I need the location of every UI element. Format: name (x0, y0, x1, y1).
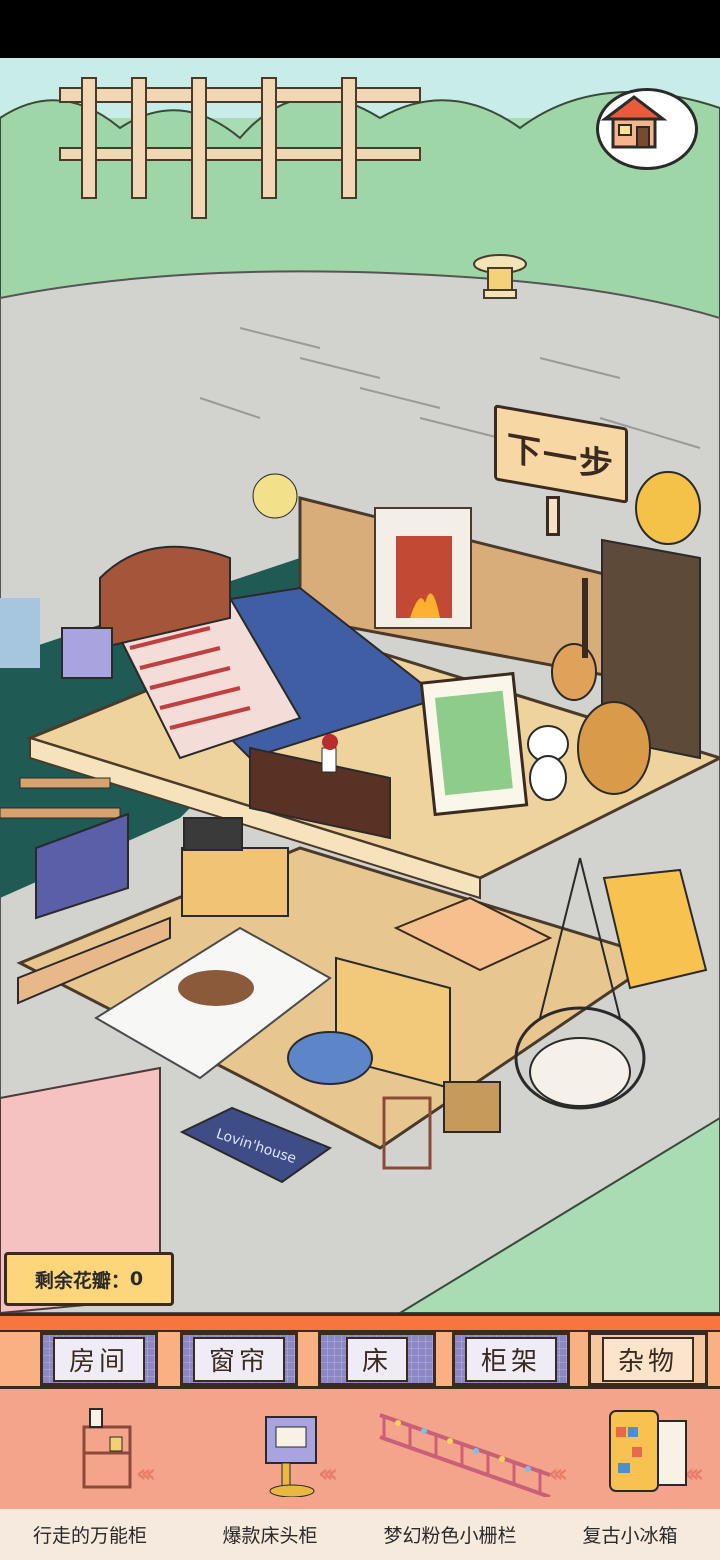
tab-shelves[interactable]: 柜架 (452, 1332, 570, 1386)
next-step-sign[interactable]: 下一步 (494, 404, 628, 536)
tab-room[interactable]: 房间 (40, 1332, 158, 1386)
pink-fence-icon (379, 1413, 551, 1497)
nightstand-icon (265, 1416, 317, 1497)
room-illustration: Lovin'house (0, 58, 720, 1313)
tab-bed-label: 床 (345, 1336, 408, 1382)
petals-counter: 剩余花瓣： 0 (4, 1252, 174, 1306)
game-scene[interactable]: Lovin'house 下一步 剩余花瓣： 0 (0, 58, 720, 1313)
tab-shelves-label: 柜架 (464, 1336, 557, 1382)
tab-misc-label: 杂物 (601, 1336, 694, 1382)
walking-shelf-icon (82, 1408, 132, 1489)
sign-post (546, 496, 560, 536)
item-name-nightstand: 爆款床头柜 (222, 1525, 318, 1547)
petals-label: 剩余花瓣： (34, 1269, 130, 1292)
tab-bed[interactable]: 床 (318, 1332, 436, 1386)
house-icon (600, 95, 668, 149)
item-name-retro-fridge: 复古小冰箱 (582, 1525, 678, 1547)
tab-curtain-label: 窗帘 (192, 1336, 285, 1382)
tab-bar-strip (0, 1316, 720, 1332)
retro-fridge-icon (609, 1410, 687, 1492)
category-tab-bar: 房间 窗帘 床 柜架 杂物 (0, 1313, 720, 1389)
item-name-pink-fence: 梦幻粉色小栅栏 (383, 1525, 517, 1547)
item-shelf: ‹‹‹ ‹‹‹ ‹‹‹ ‹‹‹ (0, 1389, 720, 1509)
tab-room-label: 房间 (52, 1336, 145, 1382)
tab-curtain[interactable]: 窗帘 (180, 1332, 298, 1386)
status-bar (0, 0, 720, 58)
item-name-walking-shelf: 行走的万能柜 (32, 1525, 147, 1547)
petals-count: 0 (129, 1268, 144, 1290)
item-names-row: 行走的万能柜 爆款床头柜 梦幻粉色小栅栏 复古小冰箱 (0, 1509, 720, 1560)
next-step-label: 下一步 (507, 427, 615, 488)
tab-misc[interactable]: 杂物 (588, 1332, 708, 1386)
home-button[interactable] (596, 88, 698, 170)
